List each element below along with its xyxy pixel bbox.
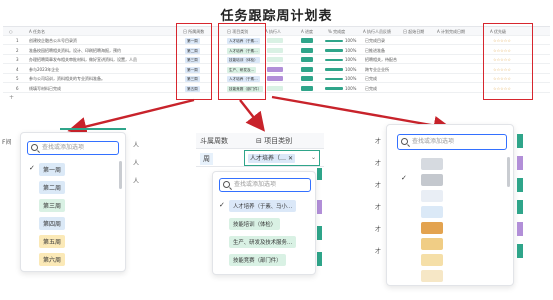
priority-color-option[interactable]: [421, 158, 443, 170]
priority-options-dropdown: 查找或添加选项 ✓: [386, 124, 514, 286]
search-icon: [31, 144, 38, 151]
priority-color-option[interactable]: [421, 206, 443, 218]
priority-color-option[interactable]: [421, 254, 443, 266]
side-color-marker: [517, 222, 523, 236]
check-icon: ✓: [219, 201, 225, 209]
priority-side-fragment: 才: [375, 226, 382, 233]
side-color-marker: [317, 168, 322, 180]
side-color-marker: [317, 226, 322, 240]
side-color-marker: [517, 134, 523, 148]
week-option[interactable]: 第六周: [39, 253, 66, 266]
side-color-marker: [517, 156, 523, 170]
week-option-label: 第五周: [39, 235, 66, 248]
priority-side-fragment: 才: [375, 182, 382, 189]
week-side-fragment: 人: [133, 142, 140, 149]
priority-color-option[interactable]: [421, 174, 443, 186]
category-search-input[interactable]: 查找或添加选项: [219, 178, 311, 192]
side-color-marker: [517, 200, 523, 214]
category-option[interactable]: 技能竞赛（部门件）: [229, 254, 286, 266]
priority-color-option[interactable]: [421, 238, 443, 250]
arrow-category: [239, 99, 265, 132]
priority-search-placeholder: 查找或添加选项: [412, 138, 455, 145]
week-option[interactable]: 第四周: [39, 217, 66, 230]
check-icon: ✓: [29, 164, 35, 172]
category-search-placeholder: 查找或添加选项: [234, 181, 277, 188]
side-color-marker: [317, 200, 322, 214]
category-col-header-label: 项目类别: [264, 137, 293, 145]
search-icon: [401, 138, 408, 145]
week-option[interactable]: 第二周: [39, 181, 66, 194]
priority-color-option[interactable]: [421, 222, 443, 234]
priority-scrollbar[interactable]: [507, 157, 510, 187]
category-option-label: 生产、研发及技术服务…: [229, 236, 297, 248]
week-col-header: 斗属周数: [200, 137, 228, 145]
category-col-header: ⊟ 项目类别: [256, 137, 293, 145]
priority-side-fragment: 才: [375, 160, 382, 167]
week-scrollbar[interactable]: [119, 161, 122, 189]
week-option-label: 第二周: [39, 181, 66, 194]
week-option-label: 第六周: [39, 253, 66, 266]
priority-side-fragment: 才: [375, 204, 382, 211]
side-color-marker: [517, 244, 523, 258]
priority-color-option[interactable]: [421, 190, 443, 202]
category-option[interactable]: 技能培训（体检）: [229, 218, 281, 230]
category-option-label: 技能竞赛（部门件）: [229, 254, 286, 266]
search-icon: [223, 181, 230, 188]
category-edit-row: 周 人才培养（… ✕ ⌄: [196, 150, 324, 167]
week-option[interactable]: 第一周: [39, 163, 66, 176]
category-option[interactable]: 生产、研发及技术服务…: [229, 236, 297, 248]
selected-category-tag[interactable]: 人才培养（… ✕: [248, 154, 295, 163]
category-options-dropdown: 查找或添加选项 ✓ 人才培养（于素、马小… 技能培训（体检） 生产、研发及技术服务… 技…: [212, 171, 316, 275]
category-option-label: 人才培养（于素、马小…: [229, 200, 297, 212]
priority-side-fragment: 才: [375, 138, 382, 145]
priority-side-fragment: 才: [375, 248, 382, 255]
week-option-label: 第三周: [39, 199, 66, 212]
week-cell-fragment: 周: [200, 153, 213, 165]
category-header-row: 斗属周数 ⊟ 项目类别: [196, 133, 324, 149]
week-option[interactable]: 第三周: [39, 199, 66, 212]
side-color-marker: [317, 252, 322, 266]
week-option-label: 第一周: [39, 163, 66, 176]
selected-category-tag-label: 人才培养（…: [250, 155, 287, 162]
chevron-down-icon[interactable]: ⌄: [311, 154, 316, 161]
category-edit-cell[interactable]: 人才培养（… ✕ ⌄: [244, 150, 320, 166]
week-option-label: 第四周: [39, 217, 66, 230]
week-side-fragment: 人: [133, 160, 140, 167]
week-header-fragment: F间: [2, 139, 12, 146]
week-search-placeholder: 查找或添加选项: [42, 144, 85, 151]
column-divider: [60, 128, 126, 130]
category-option[interactable]: 人才培养（于素、马小…: [229, 200, 297, 212]
week-side-fragment: 人: [133, 178, 140, 185]
week-option[interactable]: 第五周: [39, 235, 66, 248]
priority-search-input[interactable]: 查找或添加选项: [397, 134, 507, 150]
check-icon: ✓: [401, 174, 407, 182]
week-search-input[interactable]: 查找或添加选项: [27, 141, 119, 155]
priority-color-option[interactable]: [421, 270, 443, 282]
week-options-dropdown: 查找或添加选项 ✓ 第一周第二周第三周第四周第五周第六周: [20, 132, 126, 272]
side-color-marker: [517, 178, 523, 192]
remove-tag-icon[interactable]: ✕: [288, 155, 293, 162]
arrow-week: [67, 98, 195, 136]
category-option-label: 技能培训（体检）: [229, 218, 281, 230]
